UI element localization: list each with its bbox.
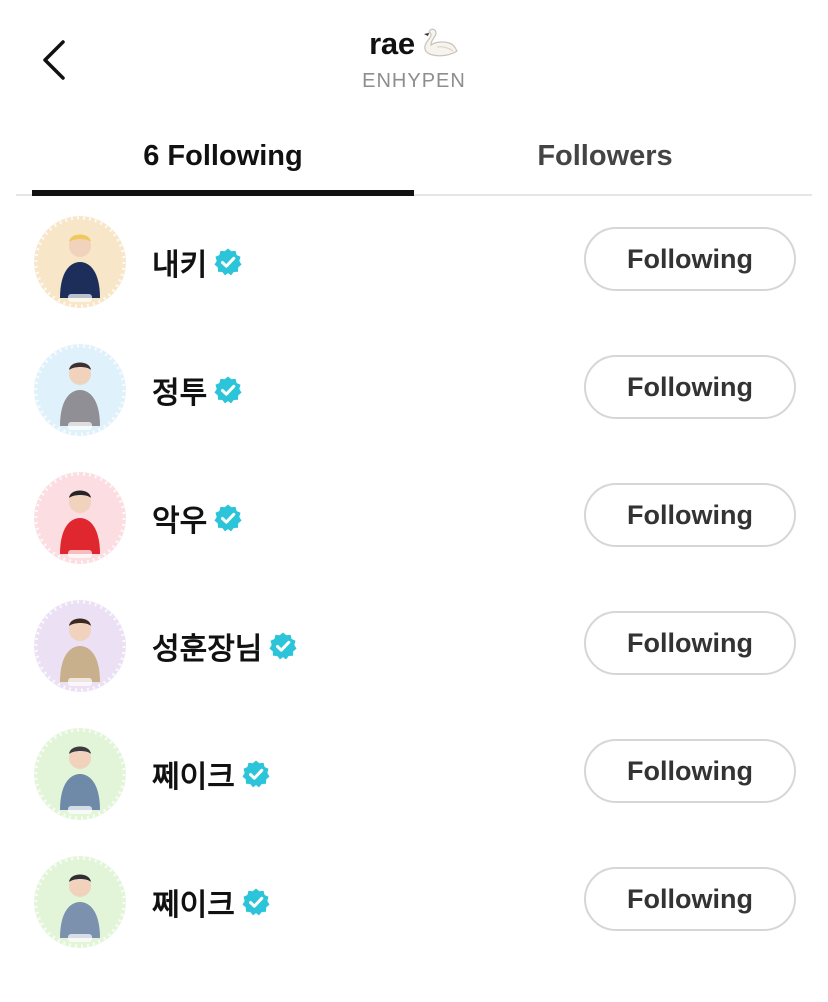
verified-badge-icon xyxy=(242,888,270,916)
verified-badge-icon xyxy=(269,632,297,660)
user-name[interactable]: 정투 xyxy=(152,368,207,412)
user-name-block[interactable]: 내키 xyxy=(152,240,243,284)
user-name[interactable]: 쩨이크 xyxy=(152,880,235,924)
page-title: rae xyxy=(369,26,415,61)
tab-following[interactable]: 6 Following xyxy=(32,118,414,194)
list-item[interactable]: 성훈장님 Following xyxy=(0,580,828,708)
user-name[interactable]: 성훈장님 xyxy=(152,624,262,668)
following-button[interactable]: Following xyxy=(584,227,796,291)
title-row: rae xyxy=(369,26,459,62)
avatar-image xyxy=(34,600,126,692)
following-button[interactable]: Following xyxy=(584,355,796,419)
avatar[interactable] xyxy=(34,728,126,820)
avatar[interactable] xyxy=(34,856,126,948)
list-item[interactable]: 악우 Following xyxy=(0,452,828,580)
title-block: rae ENHYPEN xyxy=(0,26,828,93)
list-item[interactable]: 내키 Following xyxy=(0,196,828,324)
verified-badge-icon xyxy=(214,376,242,404)
swan-icon xyxy=(423,28,458,57)
avatar-image xyxy=(34,472,126,564)
user-name[interactable]: 내키 xyxy=(152,240,207,284)
following-button[interactable]: Following xyxy=(584,611,796,675)
following-button[interactable]: Following xyxy=(584,867,796,931)
list-item[interactable]: 쩨이크 Following xyxy=(0,708,828,836)
avatar-image xyxy=(34,856,126,948)
user-name-block[interactable]: 정투 xyxy=(152,368,243,412)
user-name[interactable]: 쩨이크 xyxy=(152,752,235,796)
avatar-image xyxy=(34,728,126,820)
page-subtitle: ENHYPEN xyxy=(362,70,466,92)
avatar[interactable] xyxy=(34,600,126,692)
list-item[interactable]: 정투 Following xyxy=(0,324,828,452)
following-button[interactable]: Following xyxy=(584,483,796,547)
verified-badge-icon xyxy=(242,760,270,788)
avatar-image xyxy=(34,344,126,436)
verified-badge-icon xyxy=(214,504,242,532)
user-name-block[interactable]: 쩨이크 xyxy=(152,880,271,924)
avatar[interactable] xyxy=(34,216,126,308)
list-item[interactable]: 쩨이크 Following xyxy=(0,836,828,964)
avatar-image xyxy=(34,216,126,308)
tab-bar: 6 Following Followers xyxy=(16,118,812,196)
avatar[interactable] xyxy=(34,344,126,436)
user-name-block[interactable]: 성훈장님 xyxy=(152,624,298,668)
header: rae ENHYPEN xyxy=(0,0,828,118)
tab-followers[interactable]: Followers xyxy=(414,118,796,194)
user-name[interactable]: 악우 xyxy=(152,496,207,540)
following-page: rae ENHYPEN 6 Following Followers 내키 Fol… xyxy=(0,0,828,1002)
verified-badge-icon xyxy=(214,248,242,276)
user-name-block[interactable]: 쩨이크 xyxy=(152,752,271,796)
avatar[interactable] xyxy=(34,472,126,564)
following-button[interactable]: Following xyxy=(584,739,796,803)
user-name-block[interactable]: 악우 xyxy=(152,496,243,540)
